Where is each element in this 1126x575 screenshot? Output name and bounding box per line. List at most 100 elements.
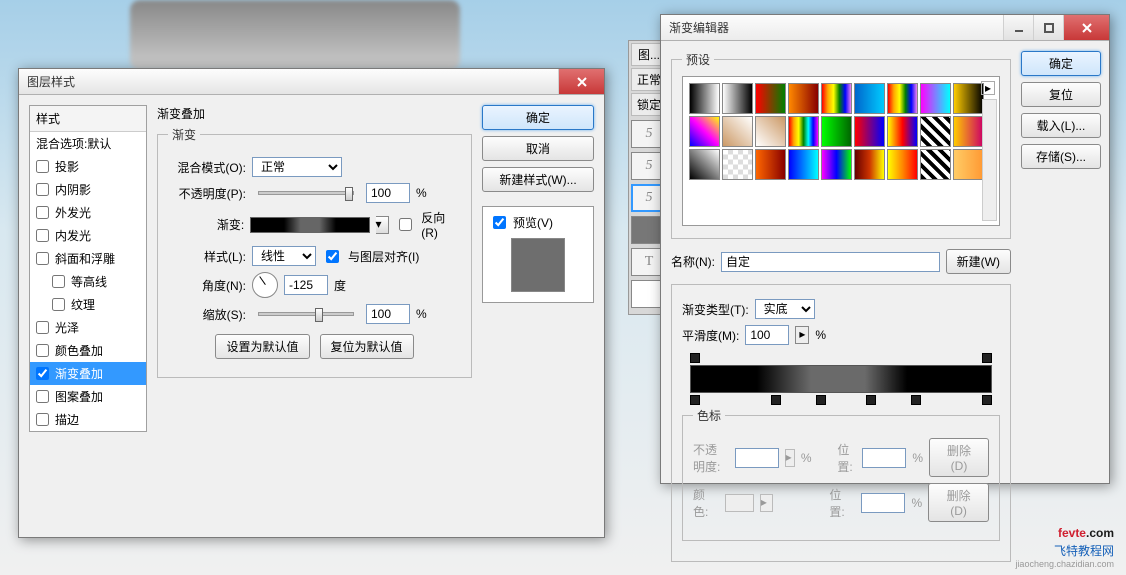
dialog-title: 渐变编辑器: [669, 19, 1003, 36]
preset-swatch[interactable]: [722, 116, 753, 147]
ok-button[interactable]: 确定: [1021, 51, 1101, 76]
preset-swatch[interactable]: [953, 83, 984, 114]
reset-button[interactable]: 复位: [1021, 82, 1101, 107]
checkbox[interactable]: [36, 390, 49, 403]
preset-swatch[interactable]: [689, 149, 720, 180]
checkbox[interactable]: [36, 183, 49, 196]
checkbox[interactable]: [36, 252, 49, 265]
checkbox[interactable]: [36, 206, 49, 219]
reset-default-button[interactable]: 复位为默认值: [320, 334, 414, 359]
smoothness-input[interactable]: [745, 325, 789, 345]
style-item-inner-shadow[interactable]: 内阴影: [30, 178, 146, 201]
style-item-outer-glow[interactable]: 外发光: [30, 201, 146, 224]
preset-swatch[interactable]: [854, 149, 885, 180]
preset-swatch[interactable]: [920, 83, 951, 114]
angle-input[interactable]: [284, 275, 328, 295]
preset-swatch[interactable]: [887, 116, 918, 147]
color-stop[interactable]: [771, 395, 781, 405]
preset-swatch[interactable]: [821, 83, 852, 114]
scale-input[interactable]: [366, 304, 410, 324]
scrollbar[interactable]: [982, 99, 997, 221]
new-button[interactable]: 新建(W): [946, 249, 1011, 274]
preset-swatch[interactable]: [854, 116, 885, 147]
blend-mode-select[interactable]: 正常: [252, 157, 342, 177]
preset-swatch[interactable]: [821, 149, 852, 180]
preset-swatch[interactable]: [821, 116, 852, 147]
preview-checkbox[interactable]: [493, 216, 506, 229]
smoothness-dropdown-icon[interactable]: ▸: [795, 326, 809, 344]
style-select[interactable]: 线性: [252, 246, 316, 266]
gradient-preview[interactable]: [250, 217, 369, 233]
preset-swatch[interactable]: [920, 149, 951, 180]
style-item-satin[interactable]: 光泽: [30, 316, 146, 339]
gradient-type-select[interactable]: 实底: [755, 299, 815, 319]
style-item-pattern-overlay[interactable]: 图案叠加: [30, 385, 146, 408]
save-button[interactable]: 存储(S)...: [1021, 144, 1101, 169]
checkbox[interactable]: [36, 344, 49, 357]
preset-swatch[interactable]: [689, 83, 720, 114]
preset-swatch[interactable]: [788, 83, 819, 114]
style-item-gradient-overlay[interactable]: 渐变叠加: [30, 362, 146, 385]
gradient-dropdown-button[interactable]: ▾: [376, 216, 390, 234]
name-input[interactable]: [721, 252, 940, 272]
new-style-button[interactable]: 新建样式(W)...: [482, 167, 594, 192]
preset-swatch[interactable]: [689, 116, 720, 147]
opacity-stop[interactable]: [982, 353, 992, 363]
preset-swatch[interactable]: [722, 149, 753, 180]
preset-swatch[interactable]: [755, 116, 786, 147]
titlebar: 图层样式: [19, 69, 604, 95]
gradient-bar[interactable]: [682, 351, 1000, 407]
preset-swatch[interactable]: [887, 83, 918, 114]
preset-swatch[interactable]: [788, 116, 819, 147]
preset-swatch[interactable]: [755, 149, 786, 180]
load-button[interactable]: 载入(L)...: [1021, 113, 1101, 138]
preset-swatch[interactable]: [755, 83, 786, 114]
align-label: 与图层对齐(I): [348, 248, 419, 265]
checkbox[interactable]: [36, 160, 49, 173]
style-item-bevel[interactable]: 斜面和浮雕: [30, 247, 146, 270]
angle-dial[interactable]: [252, 272, 278, 298]
style-item-color-overlay[interactable]: 颜色叠加: [30, 339, 146, 362]
align-checkbox[interactable]: [326, 250, 339, 263]
preset-swatch[interactable]: [920, 116, 951, 147]
maximize-button[interactable]: [1033, 15, 1063, 40]
checkbox[interactable]: [36, 321, 49, 334]
opacity-stop[interactable]: [690, 353, 700, 363]
blending-options-item[interactable]: 混合选项:默认: [30, 132, 146, 155]
minimize-button[interactable]: [1003, 15, 1033, 40]
color-stop[interactable]: [816, 395, 826, 405]
style-item-inner-glow[interactable]: 内发光: [30, 224, 146, 247]
color-stop[interactable]: [866, 395, 876, 405]
style-item-contour[interactable]: 等高线: [30, 270, 146, 293]
style-item-stroke[interactable]: 描边: [30, 408, 146, 431]
checkbox[interactable]: [36, 413, 49, 426]
color-stop[interactable]: [911, 395, 921, 405]
preset-swatch[interactable]: [722, 83, 753, 114]
close-button[interactable]: [558, 69, 604, 94]
checkbox[interactable]: [36, 229, 49, 242]
style-item-texture[interactable]: 纹理: [30, 293, 146, 316]
reverse-checkbox[interactable]: [399, 218, 412, 231]
close-button[interactable]: [1063, 15, 1109, 40]
preset-swatch[interactable]: [854, 83, 885, 114]
scale-slider[interactable]: [258, 312, 354, 316]
checkbox[interactable]: [52, 275, 65, 288]
opacity-input[interactable]: [366, 183, 410, 203]
set-default-button[interactable]: 设置为默认值: [215, 334, 309, 359]
preset-swatch[interactable]: [788, 149, 819, 180]
checkbox[interactable]: [52, 298, 65, 311]
color-stop[interactable]: [690, 395, 700, 405]
ok-button[interactable]: 确定: [482, 105, 594, 130]
cancel-button[interactable]: 取消: [482, 136, 594, 161]
opacity-slider[interactable]: [258, 191, 354, 195]
preset-swatch[interactable]: [953, 149, 984, 180]
styles-header[interactable]: 样式: [30, 106, 146, 132]
checkbox[interactable]: [36, 367, 49, 380]
color-stop[interactable]: [982, 395, 992, 405]
preset-swatch[interactable]: [887, 149, 918, 180]
preset-swatch[interactable]: [953, 116, 984, 147]
preset-menu-button[interactable]: ▸: [981, 81, 995, 95]
style-item-drop-shadow[interactable]: 投影: [30, 155, 146, 178]
dialog-buttons: 确定 复位 载入(L)... 存储(S)...: [1021, 51, 1099, 473]
percent-label: %: [416, 186, 427, 200]
